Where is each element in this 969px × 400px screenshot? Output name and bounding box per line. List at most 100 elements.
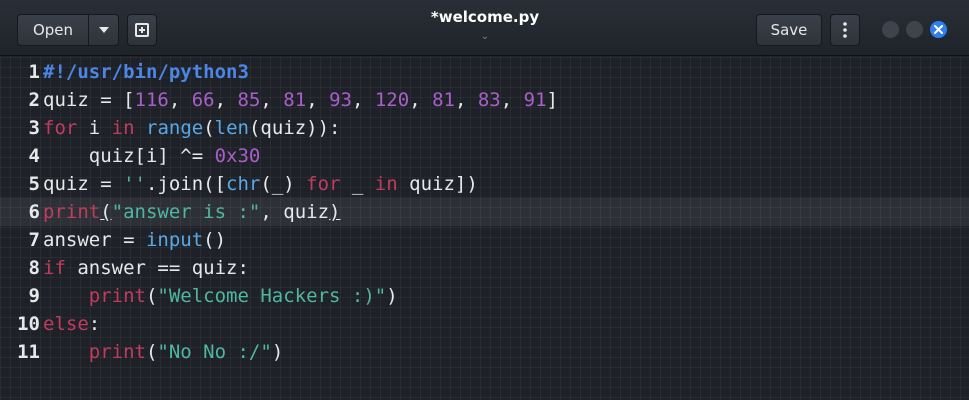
code-line[interactable]: 6 print("answer is :", quiz)	[0, 198, 969, 226]
code-text: print("Welcome Hackers :)")	[43, 282, 398, 310]
code-token: ,	[168, 89, 192, 111]
code-token: if	[43, 257, 66, 279]
code-token: (_)	[260, 173, 307, 195]
code-token: ,	[260, 89, 284, 111]
code-line[interactable]: 4 quiz[i] ^= 0x30	[0, 142, 969, 170]
code-token: 81	[432, 89, 455, 111]
new-tab-button[interactable]	[127, 14, 157, 46]
document-title: *welcome.py	[430, 8, 540, 26]
code-token: in	[111, 117, 135, 139]
code-line[interactable]: 11 print("No No :/")	[0, 338, 969, 366]
code-line[interactable]: 5 quiz = ''.join([chr(_) for _ in quiz])	[0, 170, 969, 198]
code-line[interactable]: 3 for i in range(len(quiz)):	[0, 114, 969, 142]
code-token: chr	[226, 173, 261, 195]
code-token: ,	[306, 89, 330, 111]
code-token: "Welcome Hackers :)"	[157, 285, 387, 307]
code-token: ,	[214, 89, 238, 111]
code-token: answer == quiz:	[65, 257, 249, 279]
code-token: else	[43, 313, 89, 335]
minimize-icon[interactable]	[882, 21, 899, 38]
line-number: 1	[28, 61, 40, 83]
line-number: 2	[28, 89, 40, 111]
line-number: 4	[28, 145, 40, 167]
code-text: else:	[43, 310, 100, 338]
close-x-glyph	[934, 25, 943, 34]
code-token: .join([	[145, 173, 227, 195]
code-line[interactable]: 7 answer = input()	[0, 226, 969, 254]
code-text: if answer == quiz:	[43, 254, 249, 282]
window-title-area[interactable]: *welcome.py ⌄	[380, 6, 590, 42]
code-token: (	[145, 285, 158, 307]
code-token: quiz])	[397, 173, 478, 195]
code-token: ''	[123, 173, 146, 195]
open-dropdown-button[interactable]	[88, 14, 119, 46]
code-token: 85	[237, 89, 261, 111]
code-token: len	[214, 117, 249, 139]
code-token: print	[88, 341, 146, 363]
code-token: "No No :/"	[157, 341, 272, 363]
code-token: print	[43, 201, 101, 223]
code-token: 81	[283, 89, 307, 111]
line-number: 8	[28, 257, 40, 279]
code-line[interactable]: 1 #!/usr/bin/python3	[0, 58, 969, 86]
code-token: 116	[134, 89, 169, 111]
code-token: "answer is :"	[111, 201, 261, 223]
code-token: ,	[454, 89, 478, 111]
code-token: ,	[351, 89, 375, 111]
code-token: 93	[329, 89, 352, 111]
code-token: )	[386, 285, 398, 307]
code-line[interactable]: 10 else:	[0, 310, 969, 338]
code-editor[interactable]: 1 #!/usr/bin/python3 2 quiz = [116, 66, 85,…	[0, 57, 969, 400]
new-document-icon	[135, 23, 149, 37]
chevron-down-icon: ⌄	[480, 31, 490, 42]
header-bar: Open *welcome.py ⌄ Save	[0, 0, 969, 56]
code-token: for	[306, 173, 341, 195]
code-token: 120	[374, 89, 410, 111]
code-line[interactable]: 2 quiz = [116, 66, 85, 81, 93, 120, 81, 8…	[0, 86, 969, 114]
code-text: quiz = [116, 66, 85, 81, 93, 120, 81, 83…	[43, 86, 558, 114]
code-token: print	[88, 285, 146, 307]
code-token: , quiz	[260, 201, 330, 223]
code-token: answer =	[43, 229, 146, 251]
code-token: 91	[523, 89, 547, 111]
code-token: )	[329, 201, 341, 223]
code-token: 0x30	[214, 145, 261, 167]
save-button[interactable]: Save	[756, 14, 822, 46]
code-text: answer = input()	[43, 226, 226, 254]
code-token: range	[146, 117, 204, 139]
code-token: quiz[i] ^=	[43, 145, 215, 167]
code-text: for i in range(len(quiz)):	[43, 114, 341, 142]
code-token: i	[77, 117, 112, 139]
code-line[interactable]: 9 print("Welcome Hackers :)")	[0, 282, 969, 310]
maximize-icon[interactable]	[906, 21, 923, 38]
gedit-window: Open *welcome.py ⌄ Save 1 #!/usr/bin/pyt…	[0, 0, 969, 400]
menu-button[interactable]	[830, 14, 860, 46]
code-line[interactable]: 8 if answer == quiz:	[0, 254, 969, 282]
open-button[interactable]: Open	[17, 14, 89, 46]
code-token: (	[100, 201, 112, 223]
code-token: 66	[191, 89, 215, 111]
code-text: quiz[i] ^= 0x30	[43, 142, 261, 170]
code-token: ,	[500, 89, 524, 111]
chevron-down-icon	[98, 26, 109, 33]
code-text: print("answer is :", quiz)	[43, 198, 340, 226]
code-token: input	[145, 229, 204, 251]
line-number: 5	[28, 173, 40, 195]
line-number: 3	[28, 117, 40, 139]
close-icon[interactable]	[930, 21, 947, 38]
code-token: ,	[409, 89, 433, 111]
code-token: ]	[546, 89, 558, 111]
code-token: quiz = [	[43, 89, 135, 111]
code-text: quiz = ''.join([chr(_) for _ in quiz])	[43, 170, 478, 198]
code-token: 83	[477, 89, 501, 111]
code-token: _	[340, 173, 375, 195]
code-token: #!/usr/bin/python3	[43, 61, 249, 83]
line-number: 6	[28, 201, 40, 223]
code-token: (	[203, 117, 215, 139]
code-token: ()	[203, 229, 227, 251]
line-number: 10	[17, 313, 40, 335]
code-token: )	[271, 341, 284, 363]
